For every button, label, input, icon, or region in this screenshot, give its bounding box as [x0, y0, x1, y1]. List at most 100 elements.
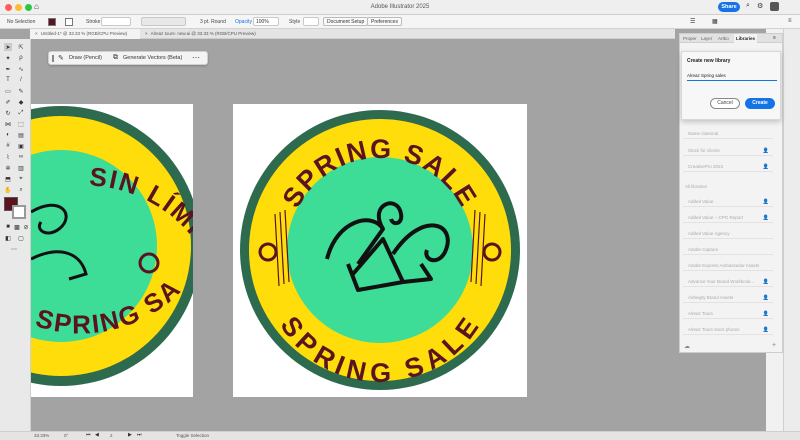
scale-icon[interactable]: ⤢ — [17, 109, 25, 117]
stroke-color-swatch[interactable] — [12, 205, 26, 219]
share-button[interactable]: Share — [718, 2, 740, 12]
list-item[interactable]: Airbegity Brand Assets 👤 — [683, 292, 773, 303]
magic-wand-icon[interactable]: ✦ — [4, 54, 12, 62]
draw-pencil-button[interactable]: Draw (Pencil) — [69, 55, 102, 61]
list-item[interactable]: Adobe Express Ambassador Assets — [683, 260, 773, 271]
list-item[interactable]: Advance Your Brand Workbook... 👤 — [683, 276, 773, 287]
generate-vectors-icon[interactable]: ⧉ — [113, 54, 118, 62]
pencil-icon[interactable]: ✎ — [58, 54, 64, 62]
shape-builder-icon[interactable]: ◐ — [4, 131, 12, 139]
stroke-weight-field[interactable] — [101, 17, 131, 26]
stroke-swatch[interactable] — [65, 18, 73, 26]
transform-icon[interactable]: ▦ — [712, 18, 718, 25]
stroke-label: Stroke — [86, 19, 101, 25]
none-mode-icon[interactable]: ⊘ — [22, 223, 30, 231]
list-item[interactable]: Added Value Agency — [683, 228, 773, 239]
preferences-button[interactable]: Preferences — [367, 17, 402, 26]
artboard-number[interactable]: 2 — [110, 433, 113, 438]
list-item[interactable]: Alreaz Tours 👤 — [683, 308, 773, 319]
direct-selection-tool-icon[interactable]: ⇱ — [17, 43, 25, 51]
width-tool-icon[interactable]: ⋈ — [4, 120, 12, 128]
hand-tool-icon[interactable]: ✋ — [4, 186, 12, 194]
draw-mode-icon[interactable]: ◧ — [4, 234, 12, 242]
line-tool-icon[interactable]: / — [17, 76, 25, 84]
gradient-mode-icon[interactable]: ▩ — [13, 223, 21, 231]
last-artboard-icon[interactable]: ⏭ — [137, 432, 142, 438]
control-bar: No Selection Stroke 3 pt. Round Opacity … — [0, 15, 800, 29]
fill-swatch[interactable] — [48, 18, 56, 26]
right-edge-strip — [783, 29, 800, 431]
tab-alreaz-tours[interactable]: × Alreaz tours- new.ai @ 33.33 % (RGB/CPU… — [140, 29, 270, 39]
screen-mode-icon[interactable]: ▢ — [17, 234, 25, 242]
type-tool-icon[interactable]: T — [4, 76, 12, 84]
tab-properties[interactable]: Proper — [683, 34, 697, 43]
generate-vectors-button[interactable]: Generate Vectors (Beta) — [123, 55, 182, 61]
status-bar: 33.33% 0° ⏮ ◀ 2 ▶ ⏭ Toggle Selection — [0, 431, 800, 440]
more-options-icon[interactable]: ⋯ — [192, 53, 200, 62]
zoom-tool-icon[interactable]: ⌕ — [17, 186, 25, 194]
shared-user-icon: 👤 — [762, 327, 769, 333]
all-libraries-header: All libraries — [685, 184, 708, 189]
cloud-icon[interactable]: ☁ — [684, 343, 690, 350]
opacity-field[interactable]: 100% — [253, 17, 279, 26]
zoom-level[interactable]: 33.33% — [34, 433, 49, 438]
list-item[interactable]: CreativePro 2023 👤 — [683, 161, 773, 172]
cancel-button[interactable]: Cancel — [710, 98, 740, 109]
stroke-style-select[interactable]: 3 pt. Round — [200, 19, 226, 25]
list-item[interactable]: Name classical — [683, 128, 773, 139]
first-artboard-icon[interactable]: ⏮ — [86, 432, 91, 438]
list-item[interactable]: Stock for clients 👤 — [683, 145, 773, 156]
rotate-icon[interactable]: ↻ — [4, 109, 12, 117]
gradient-icon[interactable]: ▣ — [17, 142, 25, 150]
pen-tool-icon[interactable]: ✒ — [4, 65, 12, 73]
create-button[interactable]: Create — [745, 98, 775, 109]
color-mode-icon[interactable]: ■ — [4, 223, 12, 231]
shaper-icon[interactable]: ✐ — [4, 98, 12, 106]
slice-icon[interactable]: ⌖ — [17, 175, 25, 183]
list-item[interactable]: Adobe Capture — [683, 244, 773, 255]
close-tab-icon[interactable]: × — [145, 31, 148, 36]
close-tab-icon[interactable]: × — [35, 31, 38, 36]
search-icon[interactable]: ⌕ — [746, 2, 750, 10]
library-name: Alreaz Tours — [688, 311, 713, 316]
tab-label: Alreaz tours- new.ai @ 33.33 % (RGB/CPU … — [150, 31, 256, 36]
tab-artboards[interactable]: Artbo — [718, 34, 729, 43]
arrange-documents-icon[interactable] — [770, 2, 779, 11]
add-library-icon[interactable]: + — [772, 342, 776, 349]
graph-icon[interactable]: ▥ — [17, 164, 25, 172]
drag-handle-icon[interactable] — [52, 55, 54, 62]
lasso-icon[interactable]: ρ — [17, 54, 25, 62]
prev-artboard-icon[interactable]: ◀ — [95, 432, 99, 438]
document-setup-button[interactable]: Document Setup — [323, 17, 369, 26]
free-transform-icon[interactable]: ⬚ — [17, 120, 25, 128]
mesh-icon[interactable]: # — [4, 142, 12, 150]
next-artboard-icon[interactable]: ▶ — [128, 432, 132, 438]
symbol-sprayer-icon[interactable]: ✲ — [4, 164, 12, 172]
tab-layers[interactable]: Layer — [701, 34, 712, 43]
tab-untitled-1[interactable]: × Untitled-1* @ 33.33 % (RGB/CPU Preview) — [30, 29, 140, 39]
artboard-tool-icon[interactable]: ⬒ — [4, 175, 12, 183]
rotation-value[interactable]: 0° — [64, 433, 68, 438]
menu-icon[interactable]: ≡ — [788, 18, 792, 24]
selection-tool-icon[interactable]: ➤ — [4, 43, 12, 51]
perspective-grid-icon[interactable]: ▤ — [17, 131, 25, 139]
panel-menu-icon[interactable]: ≡ — [773, 35, 776, 41]
list-item[interactable]: Added Value – CPG Report 👤 — [683, 212, 773, 223]
document-tabs: × Untitled-1* @ 33.33 % (RGB/CPU Preview)… — [30, 29, 675, 39]
spring-sale-badge: SPRING SALE SPRING SALE — [240, 110, 520, 390]
list-item[interactable]: Added Value 👤 — [683, 196, 773, 207]
curvature-icon[interactable]: ∿ — [17, 65, 25, 73]
paintbrush-icon[interactable]: ✎ — [17, 87, 25, 95]
tab-libraries[interactable]: Libraries — [734, 34, 758, 43]
graphic-style-swatch[interactable] — [303, 17, 319, 26]
variable-width-field[interactable] — [141, 17, 186, 26]
eyedropper-icon[interactable]: ⌇ — [4, 153, 12, 161]
more-tools-icon[interactable]: ⋯ — [10, 245, 18, 253]
rectangle-tool-icon[interactable]: ▭ — [4, 87, 12, 95]
blend-icon[interactable]: ∞ — [17, 153, 25, 161]
library-name-input[interactable]: Alreaz Spring sales — [687, 72, 777, 81]
align-icon[interactable]: ☰ — [690, 18, 695, 25]
list-item[interactable]: Alreaz Tours stock photos 👤 — [683, 324, 773, 335]
eraser-icon[interactable]: ◆ — [17, 98, 25, 106]
gear-icon[interactable]: ⚙ — [757, 2, 763, 10]
